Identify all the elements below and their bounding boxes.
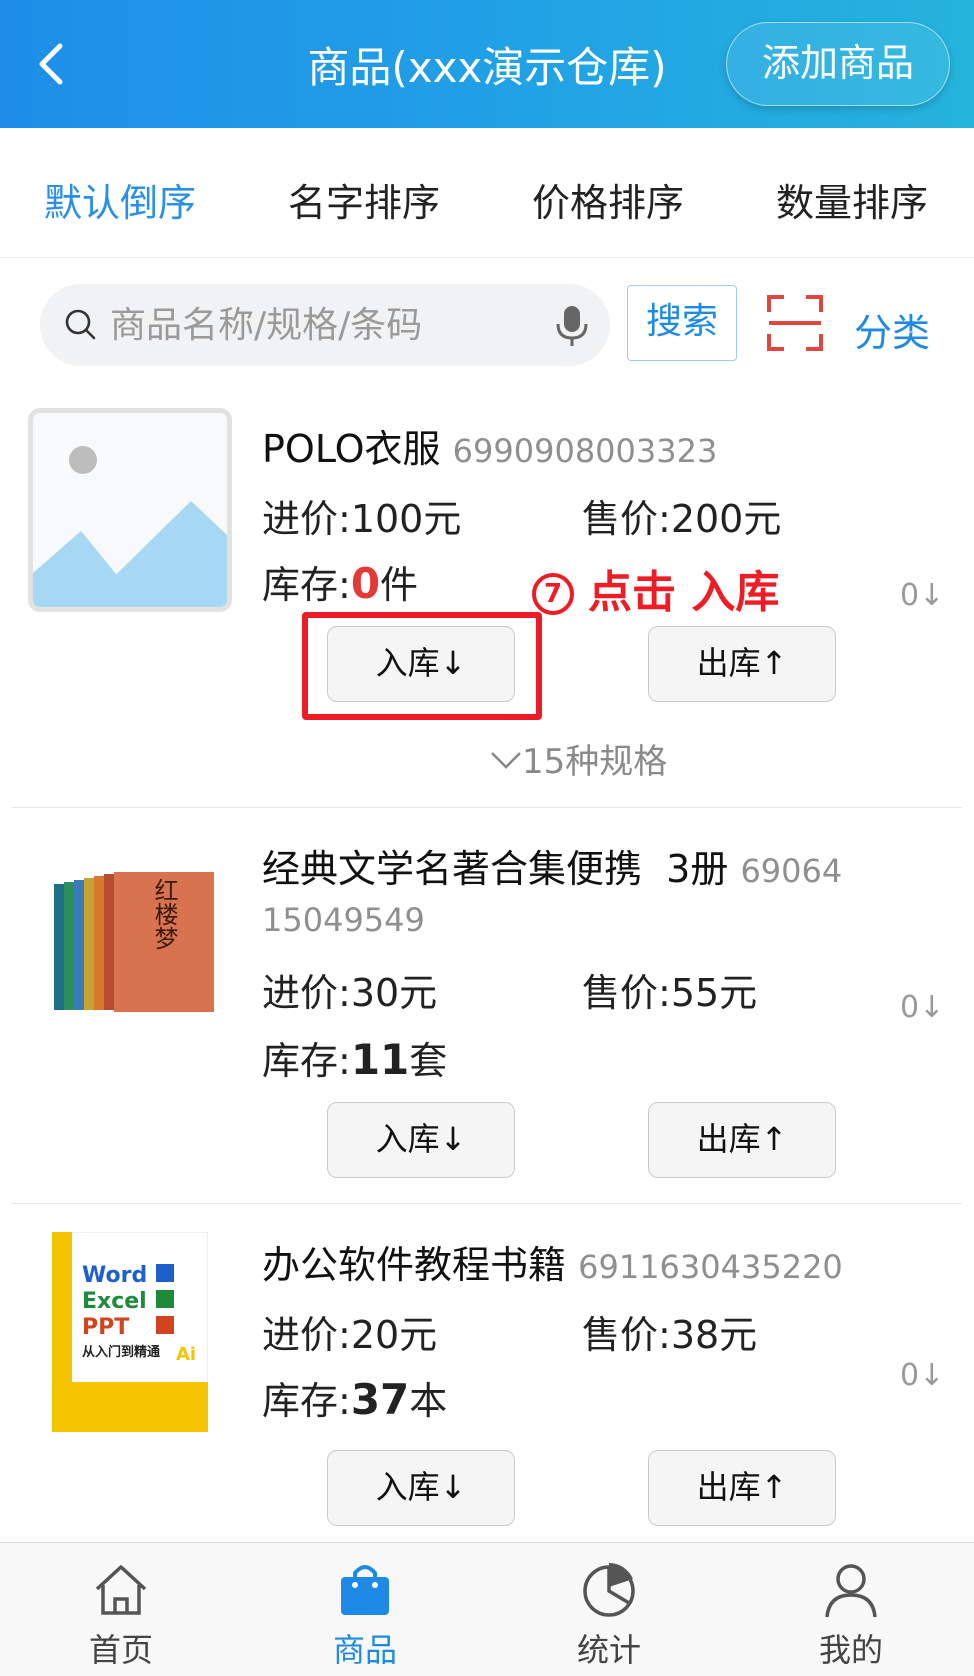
sale-price: 售价:38元: [582, 1313, 758, 1357]
tab-quantity-sort[interactable]: 数量排序: [776, 172, 928, 227]
nav-statistics[interactable]: 统计: [534, 1543, 684, 1676]
stock-in-button[interactable]: 入库↓: [327, 1102, 515, 1178]
highlight-box: [302, 612, 542, 720]
cover-word: Word: [82, 1263, 147, 1288]
shopping-bag-icon: [341, 1565, 389, 1615]
product-item[interactable]: 红楼梦 经典文学名著合集便携 3册 69064 15049549 进价:30元 …: [0, 808, 974, 1204]
product-barcode: 6990908003323: [452, 432, 718, 470]
product-placeholder-image: [28, 408, 232, 612]
search-button[interactable]: 搜索: [627, 285, 737, 361]
user-icon: [825, 1564, 877, 1618]
annotation-text: 点击 入库: [588, 567, 780, 618]
add-product-button[interactable]: 添加商品: [726, 22, 950, 106]
office-book-cover-image: Word Excel PPT 从入门到精通 Ai: [51, 1231, 209, 1433]
tab-default-desc[interactable]: 默认倒序: [44, 172, 196, 227]
bottom-nav: 首页 商品 统计 我的: [0, 1542, 974, 1676]
tab-name-sort[interactable]: 名字排序: [288, 172, 440, 227]
product-item[interactable]: POLO衣服 6990908003323 进价:100元 售价:200元 库存:…: [0, 388, 974, 808]
stock-value: 37: [350, 1375, 410, 1424]
pending-count: 0↓: [900, 990, 945, 1025]
stock-out-button[interactable]: 出库↑: [648, 1450, 836, 1526]
stock: 库存:0件: [262, 559, 419, 608]
app-header: 商品(xxx演示仓库) 添加商品: [0, 0, 974, 128]
search-box[interactable]: [40, 284, 610, 366]
search-icon: [65, 309, 96, 340]
book-cover-title: 红楼梦: [150, 878, 178, 950]
purchase-price: 进价:100元: [262, 497, 462, 541]
product-barcode-continuation: 15049549: [262, 901, 425, 939]
chevron-left-icon: [39, 43, 63, 85]
page-title: 商品(xxx演示仓库): [307, 43, 667, 92]
step-number: 7: [532, 573, 574, 615]
pending-count: 0↓: [900, 1358, 945, 1393]
stock-out-button[interactable]: 出库↑: [648, 626, 836, 702]
product-name: POLO衣服 6990908003323: [262, 427, 718, 471]
stock-out-button[interactable]: 出库↑: [648, 1102, 836, 1178]
product-image-office-book: Word Excel PPT 从入门到精通 Ai: [51, 1231, 209, 1433]
stock-value: 0: [350, 559, 381, 608]
search-area: 搜索 分类: [0, 258, 974, 388]
pending-count: 0↓: [900, 578, 945, 613]
nav-profile[interactable]: 我的: [776, 1543, 926, 1676]
purchase-price: 进价:20元: [262, 1313, 438, 1357]
sort-tabs: 默认倒序 名字排序 价格排序 数量排序: [0, 128, 974, 258]
search-input[interactable]: [110, 284, 550, 366]
sale-price: 售价:55元: [582, 971, 758, 1015]
product-barcode-part1: 69064: [740, 852, 843, 890]
cover-ai: Ai: [176, 1344, 196, 1365]
product-barcode: 6911630435220: [578, 1248, 843, 1286]
microphone-icon[interactable]: [552, 302, 592, 350]
book-set-image: 红楼梦: [54, 872, 214, 1012]
product-image-book-set: 红楼梦: [52, 870, 216, 1018]
tab-price-sort[interactable]: 价格排序: [532, 172, 684, 227]
product-item[interactable]: Word Excel PPT 从入门到精通 Ai 办公软件教程书籍 691163…: [0, 1204, 974, 1542]
category-link[interactable]: 分类: [854, 302, 930, 357]
sale-price: 售价:200元: [582, 497, 782, 541]
specs-toggle[interactable]: 15种规格: [490, 734, 667, 783]
step-annotation: 7 点击 入库: [532, 556, 779, 620]
cover-excel: Excel: [82, 1289, 147, 1314]
back-button[interactable]: [28, 36, 78, 92]
cover-ppt: PPT: [82, 1315, 129, 1340]
pie-chart-icon: [583, 1563, 635, 1617]
stock: 库存:11套: [262, 1035, 448, 1084]
stock-value: 11: [350, 1035, 410, 1084]
image-placeholder-icon: [33, 446, 227, 607]
product-name: 办公软件教程书籍 6911630435220: [262, 1243, 843, 1287]
chevron-down-icon: [491, 752, 521, 769]
home-icon: [95, 1565, 147, 1615]
nav-home[interactable]: 首页: [46, 1543, 196, 1676]
nav-products[interactable]: 商品: [290, 1543, 440, 1676]
stock-in-button[interactable]: 入库↓: [327, 1450, 515, 1526]
product-name: 经典文学名著合集便携 3册 69064: [262, 847, 843, 891]
purchase-price: 进价:30元: [262, 971, 438, 1015]
scan-icon[interactable]: [766, 294, 824, 352]
stock: 库存:37本: [262, 1375, 448, 1424]
cover-subtitle: 从入门到精通: [82, 1344, 160, 1360]
